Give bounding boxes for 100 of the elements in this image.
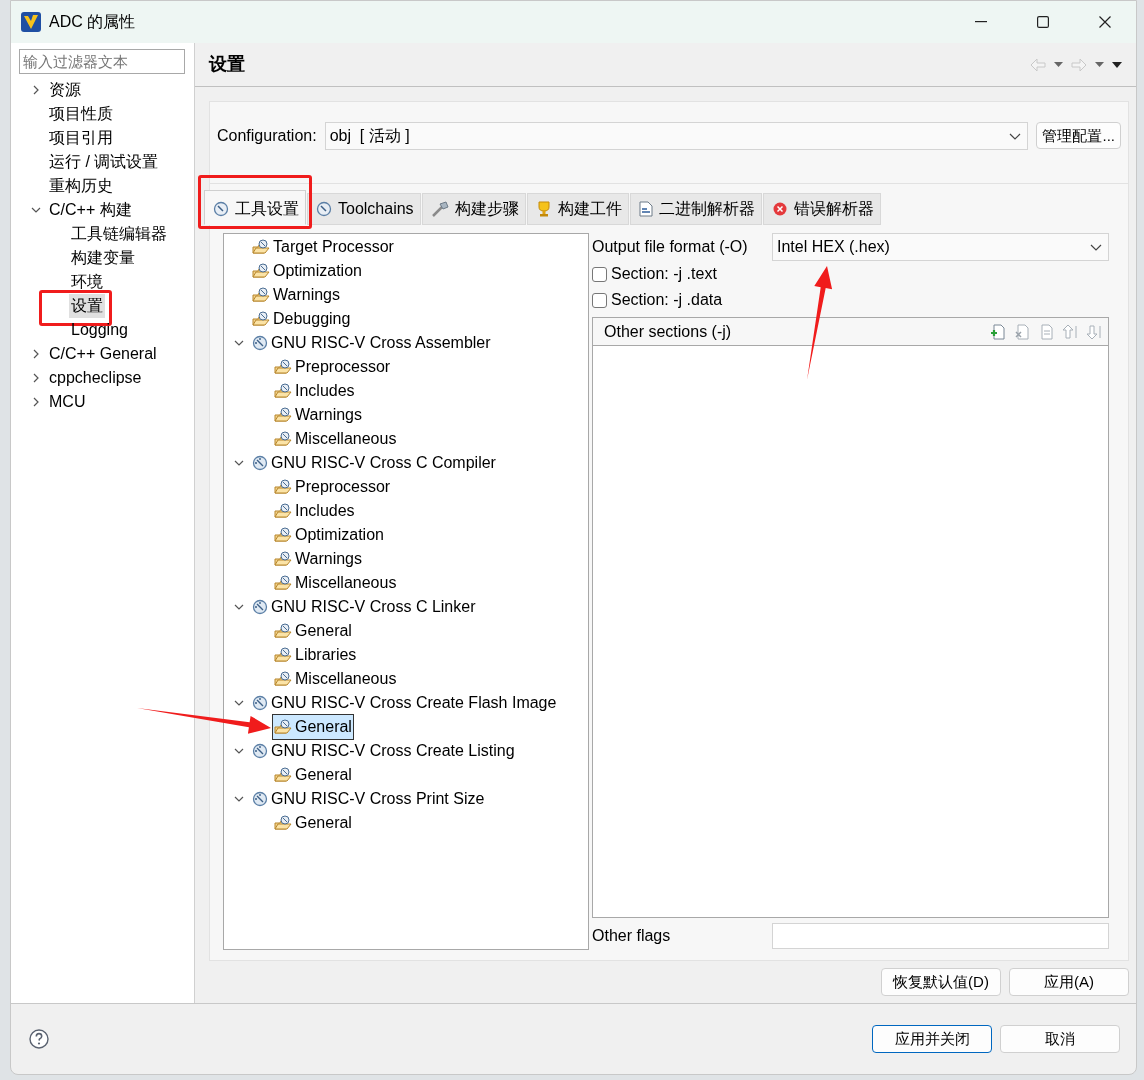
sidebar-item[interactable]: 构建变量 bbox=[69, 246, 137, 270]
delete-icon[interactable] bbox=[1014, 323, 1030, 340]
sidebar-item[interactable]: MCU bbox=[47, 390, 88, 414]
tree-item[interactable]: GNU RISC-V Cross Create Flash Image bbox=[250, 690, 559, 716]
collapse-chevron-icon[interactable] bbox=[234, 748, 244, 754]
collapse-chevron-icon[interactable] bbox=[234, 700, 244, 706]
tree-item[interactable]: GNU RISC-V Cross Assembler bbox=[250, 330, 493, 356]
collapse-chevron-icon[interactable] bbox=[31, 207, 41, 213]
tree-item[interactable]: General bbox=[272, 810, 354, 836]
view-menu-icon[interactable] bbox=[1112, 61, 1122, 68]
tree-item[interactable]: Preprocessor bbox=[272, 354, 393, 380]
tree-item[interactable]: Warnings bbox=[272, 402, 364, 428]
folder-gear-icon bbox=[252, 287, 270, 303]
expand-chevron-icon[interactable] bbox=[33, 349, 39, 359]
tree-item[interactable]: GNU RISC-V Cross Print Size bbox=[250, 786, 487, 812]
tab[interactable]: 工具设置 bbox=[204, 190, 306, 225]
tree-item[interactable]: Preprocessor bbox=[272, 474, 393, 500]
tab[interactable]: 构建步骤 bbox=[421, 193, 526, 225]
tree-item[interactable]: Warnings bbox=[272, 546, 364, 572]
configuration-label: Configuration: bbox=[217, 126, 317, 146]
other-flags-label: Other flags bbox=[592, 926, 671, 946]
configuration-select[interactable]: obj [ 活动 ] bbox=[324, 122, 1029, 150]
folder-gear-icon bbox=[274, 551, 292, 567]
folder-gear-icon bbox=[274, 407, 292, 423]
tab[interactable]: 构建工件 bbox=[526, 193, 629, 225]
folder-gear-icon bbox=[252, 311, 270, 327]
checkbox[interactable] bbox=[592, 266, 607, 282]
filter-field[interactable]: 输入过滤器文本 bbox=[19, 49, 185, 74]
tree-item[interactable]: Debugging bbox=[250, 306, 353, 332]
sidebar-item[interactable]: 环境 bbox=[69, 270, 105, 294]
help-icon[interactable] bbox=[29, 1029, 49, 1049]
sidebar-item[interactable]: 重构历史 bbox=[47, 174, 115, 198]
list-title: Other sections (-j) bbox=[604, 321, 732, 342]
app-logo-icon bbox=[21, 12, 41, 32]
sidebar-item[interactable]: 资源 bbox=[47, 78, 83, 102]
apply-and-close-button[interactable]: 应用并关闭 bbox=[872, 1025, 992, 1053]
tree-item[interactable]: Miscellaneous bbox=[272, 666, 399, 692]
window-title: ADC 的属性 bbox=[49, 12, 136, 32]
tree-item[interactable]: Miscellaneous bbox=[272, 426, 399, 452]
dropdown-caret-icon[interactable] bbox=[1054, 62, 1063, 67]
gear-icon bbox=[252, 791, 268, 807]
tab[interactable]: Toolchains bbox=[307, 193, 421, 225]
tree-item[interactable]: General bbox=[272, 618, 354, 644]
dropdown-caret-icon[interactable] bbox=[1095, 62, 1104, 67]
sidebar-item[interactable]: 设置 bbox=[69, 294, 105, 318]
cancel-button[interactable]: 取消 bbox=[1000, 1025, 1120, 1053]
collapse-chevron-icon[interactable] bbox=[234, 340, 244, 346]
expand-chevron-icon[interactable] bbox=[33, 397, 39, 407]
gear-icon bbox=[252, 455, 268, 471]
folder-gear-icon bbox=[274, 503, 292, 519]
tree-item[interactable]: Target Processor bbox=[250, 234, 396, 260]
sidebar-item[interactable]: 项目性质 bbox=[47, 102, 115, 126]
sidebar-item[interactable]: 项目引用 bbox=[47, 126, 115, 150]
sidebar-item[interactable]: C/C++ General bbox=[47, 342, 159, 366]
checkbox-label: Section: -j .text bbox=[611, 264, 717, 284]
folder-gear-icon bbox=[274, 527, 292, 543]
expand-chevron-icon[interactable] bbox=[33, 85, 39, 95]
collapse-chevron-icon[interactable] bbox=[234, 460, 244, 466]
binary-file-icon bbox=[638, 201, 653, 217]
tree-item[interactable]: General bbox=[272, 762, 354, 788]
tab[interactable]: 错误解析器 bbox=[762, 193, 881, 225]
folder-gear-icon bbox=[274, 671, 292, 687]
checkbox[interactable] bbox=[592, 292, 607, 308]
folder-gear-icon bbox=[274, 767, 292, 783]
other-flags-field[interactable] bbox=[772, 923, 1109, 949]
apply-button[interactable]: 应用(A) bbox=[1009, 968, 1129, 996]
minimize-icon bbox=[975, 21, 987, 23]
add-icon[interactable] bbox=[990, 323, 1006, 340]
folder-gear-icon bbox=[274, 359, 292, 375]
gear-icon bbox=[252, 599, 268, 615]
close-icon bbox=[1099, 16, 1111, 28]
dropdown-chevron-icon bbox=[1009, 132, 1022, 140]
tab[interactable]: 二进制解析器 bbox=[629, 193, 762, 225]
folder-gear-icon bbox=[274, 479, 292, 495]
sidebar-item[interactable]: cppcheclipse bbox=[47, 366, 144, 390]
gear-icon bbox=[252, 335, 268, 351]
folder-gear-icon bbox=[274, 647, 292, 663]
folder-gear-icon bbox=[274, 431, 292, 447]
tree-item[interactable]: GNU RISC-V Cross C Linker bbox=[250, 594, 478, 620]
sidebar-item[interactable]: C/C++ 构建 bbox=[47, 198, 134, 222]
collapse-chevron-icon[interactable] bbox=[234, 604, 244, 610]
tree-item[interactable]: Includes bbox=[272, 378, 357, 404]
checkbox-label: Section: -j .data bbox=[611, 290, 723, 310]
expand-chevron-icon[interactable] bbox=[33, 373, 39, 383]
tree-item[interactable]: GNU RISC-V Cross Create Listing bbox=[250, 738, 517, 764]
sidebar-item[interactable]: 运行 / 调试设置 bbox=[47, 150, 161, 174]
tree-item[interactable]: Optimization bbox=[250, 258, 364, 284]
tree-item[interactable]: Miscellaneous bbox=[272, 570, 399, 596]
folder-gear-icon bbox=[252, 239, 270, 255]
sidebar-item[interactable]: 工具链编辑器 bbox=[69, 222, 169, 246]
sidebar-item[interactable]: Logging bbox=[69, 318, 130, 342]
manage-configurations-button[interactable]: 管理配置... bbox=[1036, 122, 1121, 149]
tree-item[interactable]: Libraries bbox=[272, 642, 359, 668]
folder-gear-icon bbox=[274, 383, 292, 399]
collapse-chevron-icon[interactable] bbox=[234, 796, 244, 802]
tree-item[interactable]: Includes bbox=[272, 498, 357, 524]
tree-item[interactable]: Warnings bbox=[250, 282, 342, 308]
tree-item[interactable]: Optimization bbox=[272, 522, 386, 548]
tree-item[interactable]: GNU RISC-V Cross C Compiler bbox=[250, 450, 498, 476]
restore-defaults-button[interactable]: 恢复默认值(D) bbox=[881, 968, 1001, 996]
